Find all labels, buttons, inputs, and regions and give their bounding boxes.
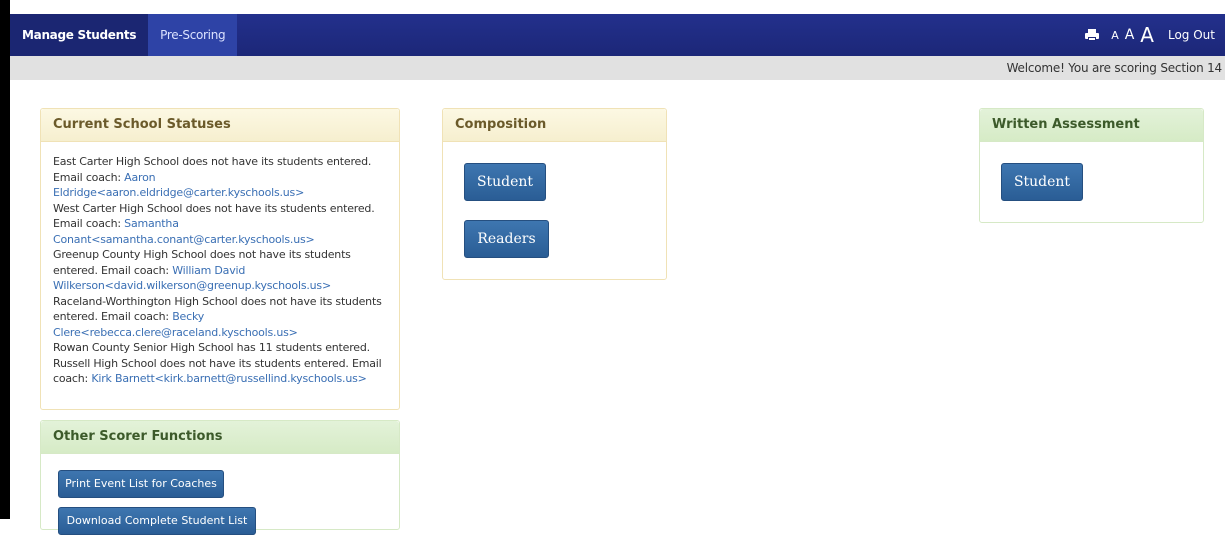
printer-icon[interactable] [1085,29,1100,41]
coach-email-link[interactable]: Kirk Barnett<kirk.barnett@russellind.kys… [91,372,367,385]
tab-pre-scoring[interactable]: Pre-Scoring [148,14,238,56]
top-margin [10,0,1225,14]
logout-link[interactable]: Log Out [1168,28,1215,42]
status-entry: Greenup County High School does not have… [53,248,351,292]
written-assessment-panel: Written Assessment Student IDs [979,108,1204,226]
font-size-small-button[interactable]: A [1111,29,1119,42]
window-left-edge [0,0,10,519]
print-event-list-button[interactable]: Print Event List for Coaches [58,470,224,498]
font-size-large-button[interactable]: A [1140,23,1154,47]
font-size-medium-button[interactable]: A [1125,27,1135,43]
tab-manage-students[interactable]: Manage Students [10,14,149,56]
written-assessment-title: Written Assessment [980,109,1203,142]
status-entry: Raceland-Worthington High School does no… [53,294,382,339]
top-navbar: Manage Students Pre-Scoring A A A Log Ou… [10,14,1225,56]
written-student-ids-button[interactable]: Student IDs [1001,163,1083,226]
other-functions-panel: Other Scorer Functions Print Event List … [40,420,400,535]
status-entry: Russell High School does not have its st… [53,356,382,386]
composition-panel: Composition Student IDs Readers [442,108,667,280]
composition-student-ids-button[interactable]: Student IDs [464,163,546,226]
other-functions-title: Other Scorer Functions [41,421,399,454]
school-statuses-list: East Carter High School does not have it… [41,142,399,399]
school-statuses-title: Current School Statuses [41,109,399,142]
welcome-message: Welcome! You are scoring Section 14 [1006,61,1223,75]
status-entry: Rowan County Senior High School has 11 s… [53,341,370,354]
download-student-list-button[interactable]: Download Complete Student List [58,507,256,535]
welcome-bar: Welcome! You are scoring Section 14 [10,56,1225,80]
composition-title: Composition [443,109,666,142]
school-statuses-panel: Current School Statuses East Carter High… [40,108,400,410]
status-entry: West Carter High School does not have it… [53,201,375,246]
composition-readers-button[interactable]: Readers [464,220,549,258]
navbar-tools: A A A Log Out [1085,23,1225,47]
status-entry: East Carter High School does not have it… [53,155,372,199]
